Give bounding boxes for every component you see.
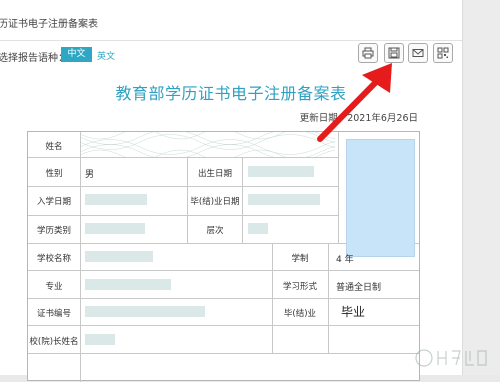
redacted-level (248, 223, 268, 234)
qrcode-button[interactable] (433, 43, 453, 63)
study-mode-value: 普通全日制 (336, 283, 382, 293)
photo-area (346, 139, 415, 257)
redacted-certificate-number (85, 306, 205, 317)
graduation-date-label: 毕(结)业日期 (190, 197, 240, 207)
major-label: 专业 (45, 282, 63, 292)
level-label: 层次 (206, 226, 224, 236)
red-arrow-annotation (317, 63, 392, 142)
study-mode-label: 学习形式 (282, 282, 317, 292)
birth-date-label: 出生日期 (197, 169, 232, 179)
graduation-status-label: 毕(结)业 (283, 309, 317, 319)
duration-value: 4 年 (336, 255, 354, 265)
redacted-enroll-date (85, 194, 147, 205)
email-button[interactable] (408, 43, 428, 63)
gender-label: 性别 (45, 169, 63, 179)
mail-icon (412, 49, 424, 57)
certificate-number-label: 证书编号 (36, 309, 71, 319)
watermark-logo (415, 349, 487, 367)
panel-header: 历证书电子注册备案表 (0, 0, 462, 41)
duration-label: 学制 (291, 254, 309, 264)
name-label: 姓名 (45, 142, 63, 152)
gender-value: 男 (85, 170, 95, 180)
redacted-president-name (85, 334, 115, 345)
language-option-english[interactable]: 英文 (97, 49, 115, 62)
president-name-label: 校(院)长姓名 (29, 337, 79, 347)
education-category-label: 学历类别 (36, 226, 71, 236)
registration-table: 姓名 性别 男 出生日期 入学日期 毕(结)业日期 学历类别 层次 学校名称 学… (27, 131, 420, 382)
security-pattern (80, 132, 335, 157)
language-label: 选择报告语种： (0, 53, 68, 64)
graduation-status-value: 毕业 (341, 305, 366, 319)
school-name-label: 学校名称 (36, 254, 71, 264)
qrcode-icon (437, 47, 449, 59)
redacted-school-name (85, 251, 153, 262)
panel-title: 历证书电子注册备案表 (0, 19, 98, 30)
enroll-date-label: 入学日期 (36, 197, 71, 207)
redacted-graduation-date (248, 194, 320, 205)
language-option-chinese[interactable]: 中文 (61, 47, 92, 62)
page-scrollbar[interactable] (463, 0, 500, 375)
redacted-birth-date (248, 166, 314, 177)
redacted-category (85, 223, 145, 234)
redacted-major (85, 279, 171, 290)
